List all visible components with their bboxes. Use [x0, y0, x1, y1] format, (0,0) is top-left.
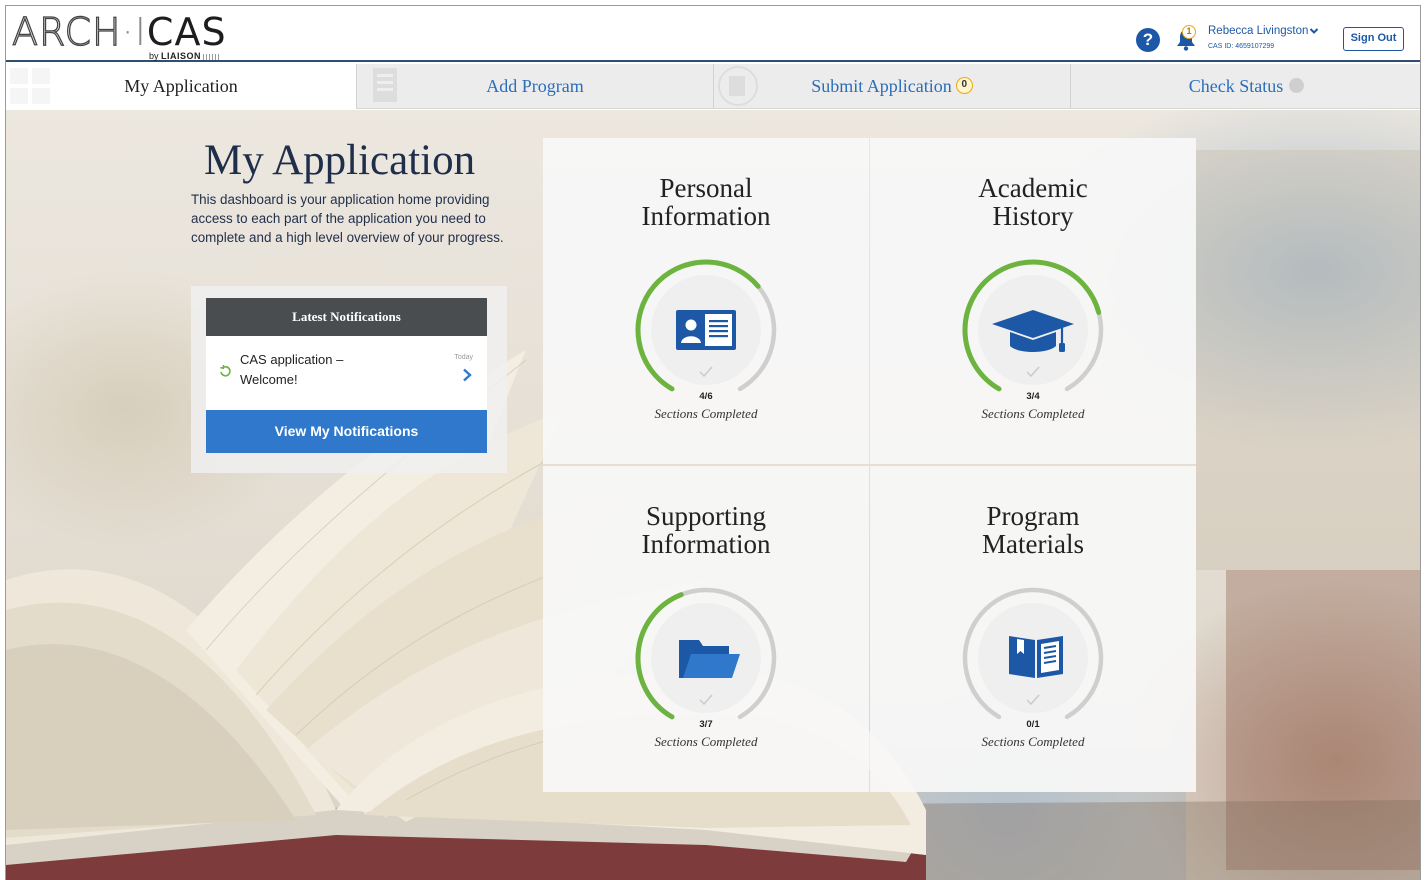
tile-title-line2: Materials — [982, 529, 1084, 559]
tab-label: Check Status — [1188, 76, 1284, 96]
sign-out-button[interactable]: Sign Out — [1343, 27, 1404, 51]
tile-personal-information[interactable]: Personal Information 4/6 Sections Comple… — [543, 138, 869, 464]
tab-my-application[interactable]: My Application — [6, 64, 357, 109]
tab-check-status[interactable]: Check Status — [1071, 64, 1420, 109]
help-icon[interactable]: ? — [1136, 28, 1160, 52]
sections-caption: Sections Completed — [654, 734, 758, 749]
tile-title-line1: Program — [986, 501, 1080, 531]
tile-title-line1: Personal — [659, 173, 753, 203]
page-title: My Application — [204, 137, 476, 184]
logo-cas-text: CAS — [146, 10, 227, 54]
cas-id: CAS ID: 4659107299 — [1208, 43, 1275, 50]
notification-date: Today — [454, 354, 473, 361]
tile-title: Program Materials — [870, 502, 1196, 558]
add-document-icon — [373, 68, 397, 102]
tile-title-line2: History — [992, 201, 1074, 231]
tile-academic-history[interactable]: Academic History 3/4 Sections Completed — [870, 138, 1196, 464]
sections-count: 3/7 — [699, 719, 713, 730]
tile-title: Academic History — [870, 174, 1196, 230]
tile-title: Supporting Information — [543, 502, 869, 558]
view-notifications-button[interactable]: View My Notifications — [206, 410, 487, 453]
id-card-icon — [676, 310, 736, 350]
tile-program-materials[interactable]: Program Materials 0/1 Sections Completed — [870, 466, 1196, 792]
tab-label: My Application — [124, 76, 238, 96]
sections-count: 4/6 — [699, 391, 713, 402]
page-description: This dashboard is your application home … — [191, 192, 504, 245]
logo-separator: ·I — [121, 10, 147, 54]
submit-icon — [718, 66, 758, 106]
tab-label: Add Program — [486, 76, 584, 96]
chevron-down-icon[interactable] — [1309, 26, 1319, 36]
tab-submit-application[interactable]: Submit Application 0 — [714, 64, 1071, 109]
graduation-cap-icon — [992, 310, 1074, 352]
sections-caption: Sections Completed — [981, 406, 1085, 421]
tile-title-line1: Supporting — [645, 501, 766, 531]
check-icon — [699, 366, 713, 378]
notifications-panel: Latest Notifications CAS application – W… — [191, 286, 507, 473]
submit-count-badge: 0 — [955, 77, 973, 95]
sections-caption: Sections Completed — [654, 406, 758, 421]
sections-caption: Sections Completed — [981, 734, 1085, 749]
check-icon — [699, 694, 713, 706]
user-menu[interactable]: Rebecca Livingston — [1208, 25, 1308, 37]
refresh-icon — [220, 364, 231, 377]
tile-title-line1: Academic — [978, 173, 1088, 203]
tile-supporting-information[interactable]: Supporting Information 3/7 Sections Comp… — [543, 466, 869, 792]
logo-arch-text: ARCH — [11, 9, 122, 54]
notifications-heading: Latest Notifications — [206, 298, 487, 336]
tab-label: Submit Application — [811, 76, 952, 96]
sections-count: 0/1 — [1026, 719, 1040, 730]
notification-count-badge: 1 — [1182, 25, 1196, 39]
notification-text: CAS application – Welcome! — [240, 352, 344, 387]
dashboard-icon — [10, 68, 50, 104]
sections-count: 3/4 — [1026, 391, 1040, 402]
check-icon — [1026, 366, 1040, 378]
chevron-right-icon[interactable] — [461, 368, 473, 382]
main-tabs: My Application Add Program Submit Applic… — [6, 64, 1420, 109]
tile-title-line2: Information — [641, 529, 771, 559]
logo-brand-text: LIAISON — [161, 51, 202, 61]
archcas-logo[interactable]: ARCH·ICAS by LIAISON — [11, 9, 242, 61]
book-icon — [1009, 636, 1063, 678]
app-window: ARCH·ICAS by LIAISON ? 1 Rebecca Livings… — [5, 5, 1421, 880]
header: ARCH·ICAS by LIAISON ? 1 Rebecca Livings… — [6, 6, 1420, 62]
logo-by-text: by — [149, 51, 159, 61]
tile-title-line2: Information — [641, 201, 771, 231]
check-icon — [1026, 694, 1040, 706]
logo-byline: by LIAISON — [149, 51, 220, 61]
tab-add-program[interactable]: Add Program — [357, 64, 714, 109]
tile-title: Personal Information — [543, 174, 869, 230]
folder-icon — [679, 640, 740, 678]
status-check-icon — [1289, 78, 1305, 94]
notification-item[interactable]: CAS application – Welcome! Today — [206, 336, 487, 410]
